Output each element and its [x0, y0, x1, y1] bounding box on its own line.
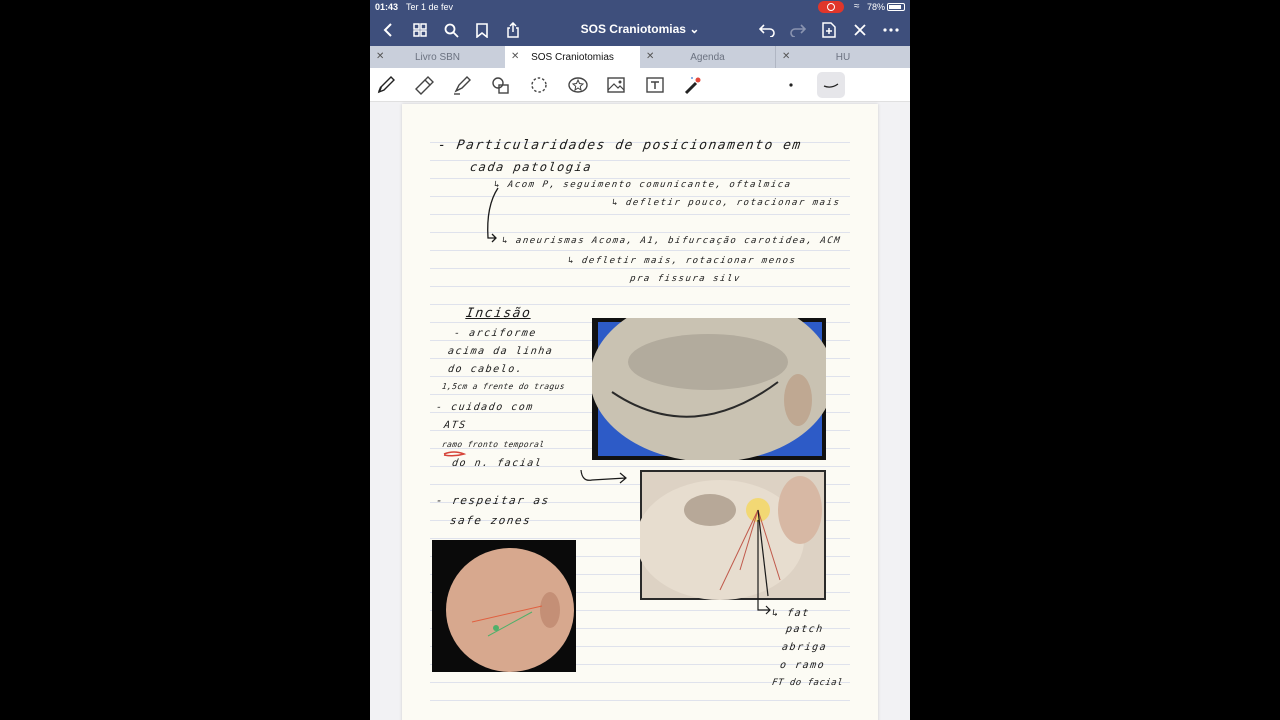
- redo-icon[interactable]: [788, 20, 808, 40]
- ruled-line: [430, 286, 850, 287]
- ruled-line: [430, 304, 850, 305]
- note-text: ↳ aneurismas Acoma, A1, bifurcação carot…: [501, 236, 842, 246]
- tab-sos-craniotomias[interactable]: ✕ SOS Craniotomias: [505, 46, 640, 68]
- note-text: abriga: [781, 642, 828, 653]
- image-icon[interactable]: [605, 74, 627, 96]
- note-text: o ramo: [779, 660, 826, 671]
- facial-nerve-anatomy-photo[interactable]: [640, 470, 826, 600]
- notebook-page[interactable]: - Particularidades de posicionamento em …: [402, 104, 878, 720]
- tab-livro-sbn[interactable]: ✕ Livro SBN: [370, 46, 505, 68]
- navigation-bar: SOS Craniotomias ⌄: [370, 14, 910, 46]
- drawing-toolbar: [370, 68, 910, 102]
- bracket-arrow: [487, 187, 499, 243]
- incision-photo[interactable]: [592, 318, 826, 460]
- ruled-line: [430, 178, 850, 179]
- more-options-icon[interactable]: [881, 20, 901, 40]
- note-text: cada patologia: [469, 160, 594, 174]
- highlighter-icon[interactable]: [451, 74, 473, 96]
- text-tool-icon[interactable]: [644, 74, 666, 96]
- wifi-icon: ≈: [854, 1, 860, 12]
- laser-pointer-icon[interactable]: [682, 74, 704, 96]
- arrow-connector: [757, 520, 771, 615]
- tab-hu[interactable]: ✕ HU: [775, 46, 910, 68]
- note-text: ATS: [443, 420, 468, 431]
- close-icon[interactable]: [850, 20, 870, 40]
- eraser-icon[interactable]: [413, 74, 435, 96]
- safe-zones-photo[interactable]: [432, 540, 576, 672]
- red-underline-mark: [443, 451, 467, 457]
- arrow-connector: [580, 469, 627, 484]
- note-text: 1,5cm a frente do tragus: [441, 382, 566, 391]
- pen-thickness-thin[interactable]: [780, 74, 802, 96]
- lasso-icon[interactable]: [528, 74, 550, 96]
- note-text: acima da linha: [447, 346, 555, 357]
- pen-icon[interactable]: [375, 74, 397, 96]
- document-tabs: ✕ Livro SBN ✕ SOS Craniotomias ✕ Agenda …: [370, 46, 910, 68]
- tab-agenda[interactable]: ✕ Agenda: [640, 46, 775, 68]
- sticker-icon[interactable]: [567, 74, 589, 96]
- note-text: ↳ defletir mais, rotacionar menos: [567, 256, 798, 266]
- note-text: - respeitar as: [435, 494, 551, 507]
- status-time: 01:43: [375, 2, 399, 12]
- battery-percent: 78%: [867, 2, 886, 12]
- note-text: - cuidado com: [435, 402, 535, 413]
- ruled-line: [430, 250, 850, 251]
- note-text: patch: [785, 624, 825, 635]
- note-text: ↳ fat: [771, 608, 811, 619]
- note-text: safe zones: [449, 514, 533, 527]
- note-text: ↳ Acom P, seguimento comunicante, oftalm…: [493, 180, 793, 190]
- note-text: do cabelo.: [447, 364, 524, 375]
- note-heading: - Particularidades de posicionamento em: [436, 138, 803, 153]
- note-text: - arciforme: [453, 328, 538, 339]
- section-heading-incisao: Incisão: [464, 306, 533, 321]
- note-text: do n. facial: [451, 458, 544, 469]
- shapes-icon[interactable]: [490, 74, 512, 96]
- note-text: FT do facial: [771, 678, 844, 688]
- ruled-line: [430, 268, 850, 269]
- add-page-icon[interactable]: [819, 20, 839, 40]
- note-text: ↳ defletir pouco, rotacionar mais: [611, 198, 842, 208]
- undo-icon[interactable]: [757, 20, 777, 40]
- ruled-line: [430, 700, 850, 701]
- status-date: Ter 1 de fev: [406, 2, 454, 12]
- battery-icon: [887, 3, 905, 11]
- note-text: pra fissura silv: [629, 274, 742, 284]
- note-text: ramo fronto temporal: [441, 440, 545, 449]
- status-bar: 01:43 Ter 1 de fev ≈ 78%: [370, 0, 910, 14]
- pen-thickness-selected[interactable]: [817, 72, 845, 98]
- ipad-screen: 01:43 Ter 1 de fev ≈ 78% SOS Craniotomia…: [370, 0, 910, 720]
- screen-recording-icon: [818, 1, 844, 13]
